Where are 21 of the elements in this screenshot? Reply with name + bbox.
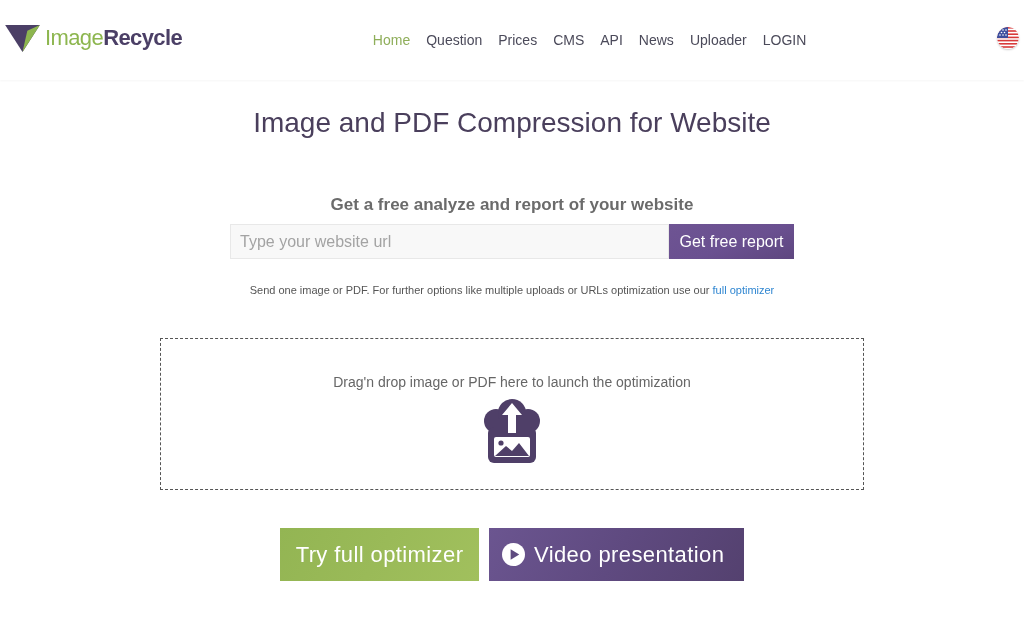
full-optimizer-link[interactable]: full optimizer xyxy=(712,284,775,296)
url-input[interactable]: Type your website url xyxy=(230,224,669,259)
play-icon xyxy=(502,543,525,566)
nav-link[interactable]: News xyxy=(630,31,682,49)
drop-text: Drag'n drop image or PDF here to launch the optimization xyxy=(333,374,691,390)
nav-link[interactable]: API xyxy=(592,31,631,49)
flag-icon[interactable] xyxy=(997,27,1019,49)
drop-zone[interactable]: Drag'n drop image or PDF here to launch the optimization xyxy=(160,338,864,490)
get-report-button[interactable]: Get free report xyxy=(669,224,794,259)
cloud-upload-icon xyxy=(482,399,542,463)
nav-link[interactable]: CMS xyxy=(545,31,593,49)
logo-text[interactable]: ImageRecycle xyxy=(45,25,183,51)
page-title: Image and PDF Compression for Website xyxy=(253,107,771,139)
video-button[interactable]: Video presentation xyxy=(489,528,744,581)
report-heading: Get a free analyze and report of your website xyxy=(330,195,694,215)
nav-link[interactable]: Prices xyxy=(490,31,546,49)
help-text: Send one image or PDF. For further options like multiple uploads or URLs optimization use our full optimizer xyxy=(249,283,775,297)
nav-link[interactable]: Uploader xyxy=(681,31,755,49)
nav-link[interactable]: Question xyxy=(418,31,491,49)
nav-link[interactable]: LOGIN xyxy=(754,31,815,49)
logo-icon[interactable] xyxy=(5,24,40,52)
